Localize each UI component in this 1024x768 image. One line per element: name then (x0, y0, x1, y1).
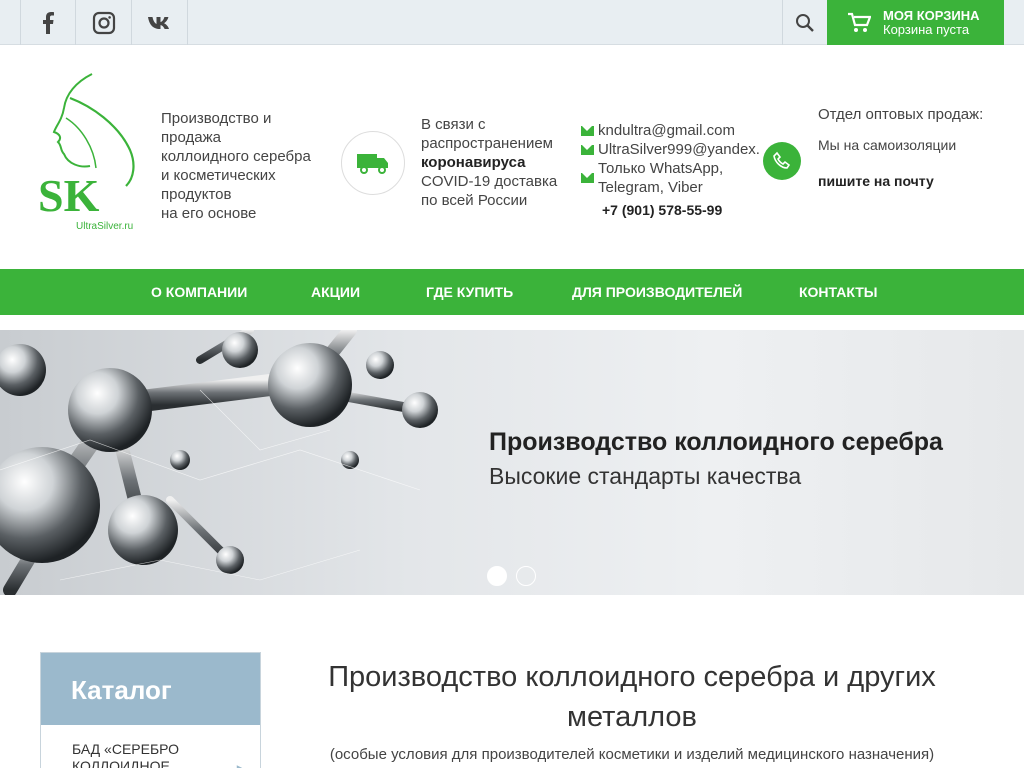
banner-subtitle: Высокие стандарты качества (489, 463, 802, 489)
slider-dot-2[interactable] (516, 566, 536, 586)
company-description: Производство и продажа коллоидного сереб… (161, 109, 331, 223)
search-button[interactable] (782, 0, 827, 45)
cart-title: МОЯ КОРЗИНА (883, 7, 980, 23)
about-line: на его основе (161, 205, 257, 222)
banner-title: Производство коллоидного серебра (489, 428, 943, 456)
page-subtitle: (особые условия для производителей косме… (329, 746, 935, 763)
covid-highlight: коронавируса (421, 154, 526, 171)
about-line: и косметических (161, 167, 276, 184)
covid-text: COVID-19 доставка по всей России (421, 173, 558, 209)
about-line: коллоидного серебра (161, 148, 311, 165)
phone-link[interactable]: +7 (901) 578-55-99 (581, 201, 771, 220)
delivery-badge (341, 131, 405, 195)
catalog-item-label: БАД «СЕРЕБРО КОЛЛОИДНОЕ (72, 741, 180, 768)
catalog-sidebar: Каталог БАД «СЕРЕБРО КОЛЛОИДНОЕ ▶ (40, 652, 261, 768)
wholesale-status: Мы на самоизоляции (818, 137, 957, 153)
hero-banner: Производство коллоидного серебра Высокие… (0, 330, 1024, 595)
about-line: продуктов (161, 186, 232, 203)
instagram-icon[interactable] (76, 0, 132, 45)
truck-icon (357, 154, 388, 174)
facebook-icon[interactable] (20, 0, 76, 45)
covid-text: В связи с распространением (421, 116, 553, 152)
email-link[interactable]: UltraSilver999@yandex. (598, 140, 760, 159)
mail-icon (581, 145, 594, 155)
molecule-illustration (0, 330, 438, 595)
search-icon (796, 13, 814, 32)
catalog-item[interactable]: БАД «СЕРЕБРО КОЛЛОИДНОЕ ▶ (41, 725, 260, 768)
chevron-right-icon: ▶ (237, 761, 246, 768)
slider-dot-1[interactable] (487, 566, 507, 586)
wholesale-mail-note: пишите на почту (818, 173, 934, 189)
cart-button[interactable]: МОЯ КОРЗИНА Корзина пуста (827, 0, 1004, 45)
svg-text:UltraSilver.ru: UltraSilver.ru (76, 221, 133, 232)
nav-item-where-to-buy[interactable]: ГДЕ КУПИТЬ (426, 284, 513, 300)
main-nav: О КОМПАНИИ АКЦИИ ГДЕ КУПИТЬ ДЛЯ ПРОИЗВОД… (0, 269, 1024, 315)
messenger-note: Только WhatsApp, Telegram, Viber (598, 160, 724, 196)
cart-status: Корзина пуста (883, 21, 970, 37)
about-line: продажа (161, 129, 221, 146)
catalog-title: Каталог (41, 653, 260, 725)
nav-item-promo[interactable]: АКЦИИ (311, 284, 360, 300)
vk-icon[interactable] (132, 0, 188, 45)
top-bar: МОЯ КОРЗИНА Корзина пуста (0, 0, 1024, 45)
about-line: Производство и (161, 110, 272, 127)
nav-item-about[interactable]: О КОМПАНИИ (151, 284, 247, 300)
svg-text:SK: SK (38, 170, 100, 221)
phone-icon[interactable] (763, 142, 801, 180)
page-title: Производство коллоидного серебра и други… (328, 661, 936, 733)
nav-item-contacts[interactable]: КОНТАКТЫ (799, 284, 877, 300)
mail-icon (581, 126, 594, 136)
wholesale-block: Отдел оптовых продаж: Мы на самоизоляции… (818, 105, 988, 189)
covid-notice: В связи с распространением коронавируса … (421, 115, 571, 210)
email-link[interactable]: kndultra@gmail.com (598, 121, 735, 140)
cart-icon (848, 12, 871, 32)
contact-block: kndultra@gmail.com UltraSilver999@yandex… (581, 121, 771, 220)
site-logo[interactable]: SK UltraSilver.ru (36, 68, 146, 233)
mail-icon (581, 173, 594, 183)
wholesale-title: Отдел оптовых продаж: (818, 106, 984, 123)
nav-item-producers[interactable]: ДЛЯ ПРОИЗВОДИТЕЛЕЙ (572, 284, 742, 300)
